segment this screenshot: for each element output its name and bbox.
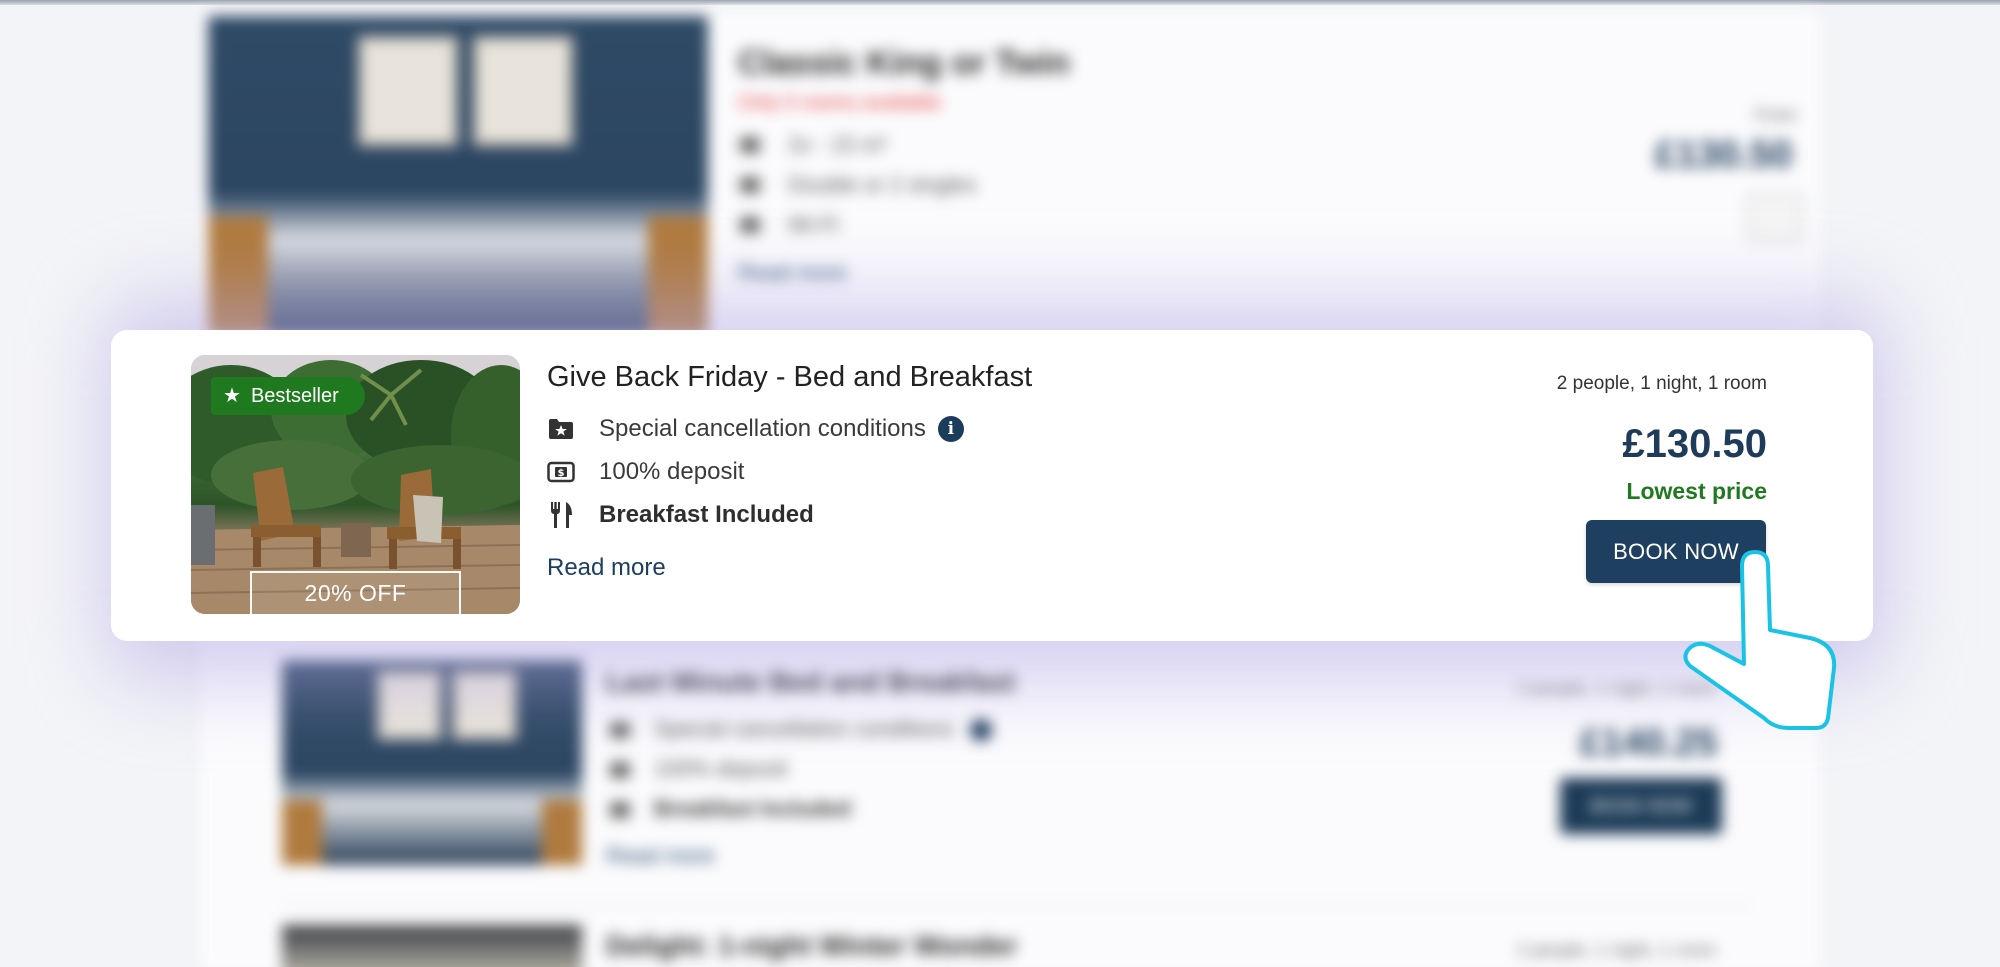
- bestseller-label: Bestseller: [250, 384, 339, 407]
- room-photo: [208, 16, 708, 336]
- fork-knife-icon: [547, 501, 575, 529]
- offer-photo: ★ Bestseller 20% OFF: [191, 355, 520, 614]
- quantity-select[interactable]: [1746, 193, 1804, 243]
- read-more-link[interactable]: Read more: [547, 554, 666, 582]
- fork-knife-icon: [610, 802, 630, 818]
- feature-text: 2x - 15 m²: [788, 132, 888, 157]
- folder-star-icon: [610, 722, 630, 738]
- info-icon[interactable]: i: [937, 416, 964, 442]
- pointer-hand-icon: [1683, 550, 1837, 730]
- feature-text: Special cancellation conditions: [654, 716, 954, 741]
- size-icon: [740, 137, 760, 153]
- feature-deposit: $ 100% deposit: [547, 457, 744, 487]
- room-title: Delight: 1-night Winter Wonder: [606, 930, 1018, 961]
- bed-icon: [740, 177, 760, 193]
- price-caption: From: [1755, 105, 1797, 125]
- availability-notice: Only 5 rooms available: [738, 92, 942, 114]
- feature-text: Double or 2 singles: [788, 172, 977, 197]
- room-title: Classic King or Twin: [738, 44, 1070, 82]
- offer-price: £130.50: [1622, 422, 1767, 466]
- dollar-bill-icon: $: [547, 458, 575, 486]
- folder-star-icon: [547, 415, 575, 443]
- feature-text: Breakfast Included: [654, 796, 851, 821]
- feature-label: Special cancellation conditions: [599, 415, 926, 442]
- room-photo: [282, 925, 582, 967]
- bestseller-badge: ★ Bestseller: [211, 377, 365, 415]
- wifi-icon: [740, 217, 760, 233]
- read-more-link[interactable]: Read more: [606, 843, 715, 869]
- feature-breakfast: Breakfast Included: [547, 500, 814, 530]
- svg-text:$: $: [558, 468, 565, 479]
- feature-label: 100% deposit: [599, 458, 745, 485]
- info-icon[interactable]: [970, 719, 992, 741]
- dollar-bill-icon: [610, 762, 630, 778]
- feature-label: Breakfast Included: [599, 501, 814, 528]
- star-icon: ★: [223, 385, 241, 407]
- discount-tag: 20% OFF: [250, 571, 461, 614]
- divider: [282, 904, 1752, 906]
- book-now-button[interactable]: BOOK NOW: [1560, 778, 1722, 834]
- read-more-link[interactable]: Read more: [738, 260, 847, 286]
- offer-card: ★ Bestseller 20% OFF Give Back Friday - …: [111, 330, 1873, 641]
- occupancy-text: 2 people, 1 night, 1 room: [1517, 940, 1717, 960]
- offer-title: Give Back Friday - Bed and Breakfast: [547, 361, 1033, 393]
- lowest-price-label: Lowest price: [1626, 478, 1767, 504]
- feature-text: 100% deposit: [654, 756, 788, 781]
- room-photo: [282, 660, 582, 865]
- feature-text: Wi-Fi: [788, 212, 840, 237]
- room-price: £130.50: [1655, 134, 1793, 176]
- feature-cancellation: Special cancellation conditions i: [547, 414, 964, 444]
- occupancy-text: 2 people, 1 night, 1 room: [1556, 373, 1767, 394]
